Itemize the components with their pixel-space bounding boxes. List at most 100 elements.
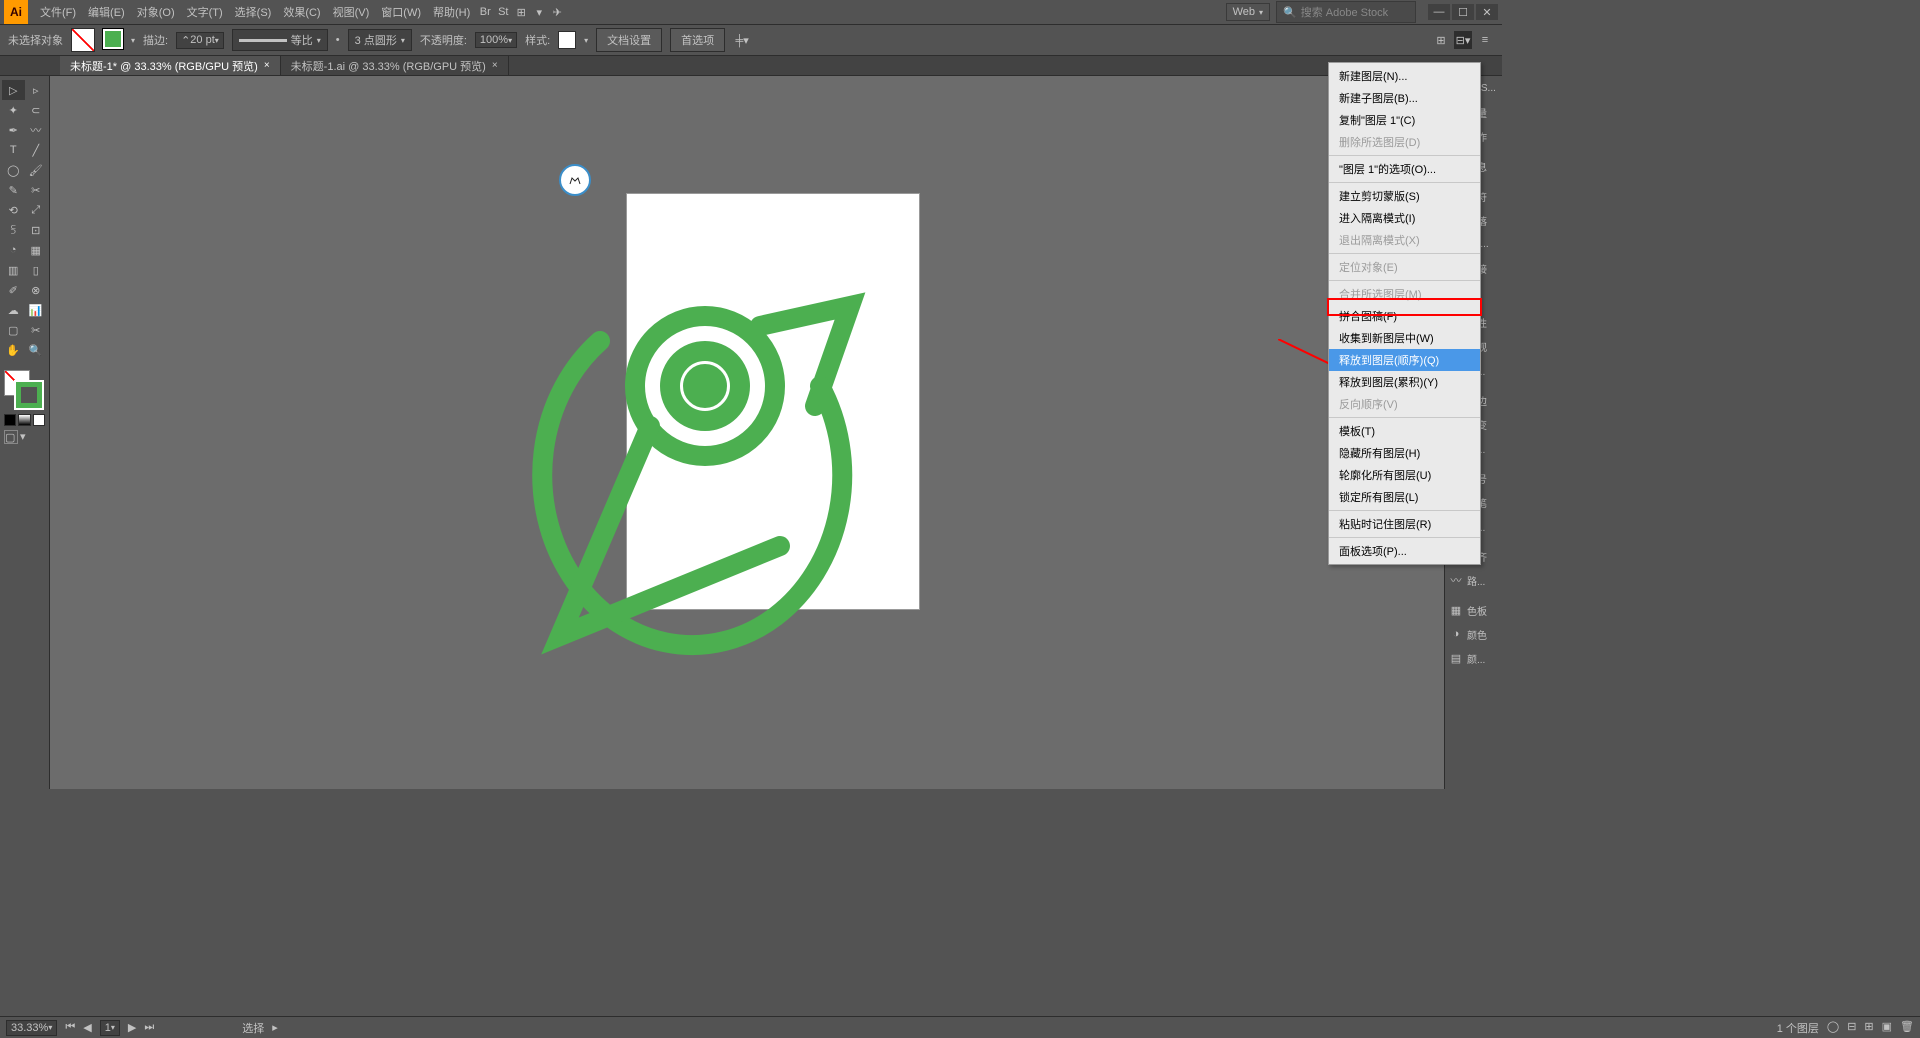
menu-view[interactable]: 视图(V) [327, 2, 376, 22]
eyedropper-tool[interactable]: ✐ [2, 280, 25, 300]
opacity-value[interactable]: 100%▾ [475, 32, 517, 48]
context-menu-item[interactable]: 释放到图层(顺序)(Q) [1329, 349, 1480, 371]
minimize-icon[interactable]: — [1428, 4, 1450, 20]
style-caret[interactable]: ▾ [584, 36, 588, 45]
nav-prev-icon[interactable]: ◀ [83, 1021, 91, 1034]
context-menu-item[interactable]: 轮廓化所有图层(U) [1329, 464, 1480, 486]
lasso-tool[interactable]: ⊂ [25, 100, 48, 120]
context-menu-item[interactable]: 收集到新图层中(W) [1329, 327, 1480, 349]
screen-mode[interactable]: ▢ [4, 430, 18, 444]
artboard-tool[interactable]: ▢ [2, 320, 25, 340]
screen-mode-caret[interactable]: ▾ [20, 430, 34, 444]
panel-item[interactable]: ◑颜色 [1445, 622, 1502, 646]
profile-dropdown[interactable]: 3 点圆形▾ [348, 29, 412, 51]
context-menu-item[interactable]: 建立剪切蒙版(S) [1329, 185, 1480, 207]
shape-builder-tool[interactable]: ◔ [2, 240, 25, 260]
pen-tool[interactable]: ✒ [2, 120, 25, 140]
green-stroke-box[interactable] [103, 29, 123, 52]
mode-caret[interactable]: ▸ [272, 1021, 278, 1034]
stroke-weight[interactable]: ⌃20 pt▾ [176, 32, 224, 49]
width-tool[interactable]: ⫓ [2, 220, 25, 240]
magic-wand-tool[interactable]: ✦ [2, 100, 25, 120]
color-swatches[interactable]: ▢ ▾ [2, 368, 47, 446]
line-tool[interactable]: ╱ [25, 140, 48, 160]
context-menu-item[interactable]: 模板(T) [1329, 420, 1480, 442]
menu-file[interactable]: 文件(F) [34, 2, 82, 22]
nav-next-icon[interactable]: ▶ [128, 1021, 136, 1034]
selection-tool[interactable]: ▷ [2, 80, 25, 100]
menu-effect[interactable]: 效果(C) [277, 2, 326, 22]
graph-tool[interactable]: 📊 [25, 300, 48, 320]
panel-toggle-icon[interactable]: ⊞ [1432, 31, 1450, 49]
panel-item[interactable]: ▤颜... [1445, 646, 1502, 670]
swatch-mode-none[interactable] [33, 414, 45, 426]
doc-tab-2[interactable]: 未标题-1.ai @ 33.33% (RGB/GPU 预览) × [281, 56, 509, 75]
direct-select-tool[interactable]: ▹ [25, 80, 48, 100]
dropdown-icon[interactable]: ▾ [530, 3, 548, 21]
doc-setup-button[interactable]: 文档设置 [596, 28, 662, 52]
menu-edit[interactable]: 编辑(E) [82, 2, 131, 22]
stroke-color-caret[interactable]: ▾ [131, 36, 135, 45]
new-layer-icon[interactable]: ▣ [1882, 1020, 1892, 1036]
menu-object[interactable]: 对象(O) [131, 2, 181, 22]
free-transform-tool[interactable]: ⊡ [25, 220, 48, 240]
context-menu-item[interactable]: 粘贴时记住图层(R) [1329, 513, 1480, 535]
hand-tool[interactable]: ✋ [2, 340, 25, 360]
zoom-level[interactable]: 33.33%▾ [6, 1020, 57, 1036]
slice-tool[interactable]: ✂ [25, 320, 48, 340]
context-menu-item[interactable]: 释放到图层(累积)(Y) [1329, 371, 1480, 393]
plane-icon[interactable]: ✈ [548, 3, 566, 21]
doc-tab-1[interactable]: 未标题-1* @ 33.33% (RGB/GPU 预览) × [60, 56, 281, 75]
blend-tool[interactable]: ⊗ [25, 280, 48, 300]
rotate-tool[interactable]: ⟲ [2, 200, 25, 220]
prefs-button[interactable]: 首选项 [670, 28, 725, 52]
gradient-tool[interactable]: ▯ [25, 260, 48, 280]
arrange-icon[interactable]: ⊞ [512, 3, 530, 21]
context-menu-item[interactable]: 拼合图稿(F) [1329, 305, 1480, 327]
curvature-tool[interactable]: 〰 [25, 120, 48, 140]
eraser-tool[interactable]: ✂ [25, 180, 48, 200]
context-menu-item[interactable]: 隐藏所有图层(H) [1329, 442, 1480, 464]
bridge-icon[interactable]: Br [476, 3, 494, 21]
nav-last-icon[interactable]: ⏭ [144, 1021, 154, 1034]
shaper-tool[interactable]: ✎ [2, 180, 25, 200]
panel-item[interactable]: 〰路... [1445, 568, 1502, 592]
menu-icon[interactable]: ≡ [1476, 31, 1494, 49]
layers-target-icon[interactable]: ◯ [1827, 1020, 1839, 1036]
context-menu-item[interactable]: "图层 1"的选项(O)... [1329, 158, 1480, 180]
artboard-nav[interactable]: 1▾ [100, 1020, 120, 1036]
mesh-tool[interactable]: ▥ [2, 260, 25, 280]
canvas[interactable] [50, 76, 1444, 789]
search-stock[interactable]: 🔍 搜索 Adobe Stock [1276, 1, 1416, 23]
delete-icon[interactable]: 🗑 [1900, 1020, 1914, 1036]
close-icon[interactable]: × [492, 60, 498, 71]
maximize-icon[interactable]: ☐ [1452, 4, 1474, 20]
context-menu-item[interactable]: 面板选项(P)... [1329, 540, 1480, 562]
fill-swatch[interactable] [71, 28, 95, 52]
context-menu-item[interactable]: 复制"图层 1"(C) [1329, 109, 1480, 131]
menu-help[interactable]: 帮助(H) [427, 2, 476, 22]
context-menu-item[interactable]: 锁定所有图层(L) [1329, 486, 1480, 508]
layers-collapse-icon[interactable]: ⊟ [1847, 1020, 1856, 1036]
menu-select[interactable]: 选择(S) [229, 2, 278, 22]
workspace-dropdown[interactable]: Web▾ [1226, 3, 1270, 21]
context-menu-item[interactable]: 进入隔离模式(I) [1329, 207, 1480, 229]
close-icon[interactable]: × [264, 60, 270, 71]
style-swatch[interactable] [558, 31, 576, 49]
context-menu-item[interactable]: 新建子图层(B)... [1329, 87, 1480, 109]
context-menu-item[interactable]: 新建图层(N)... [1329, 65, 1480, 87]
swatch-mode-color[interactable] [4, 414, 16, 426]
panel-menu-icon[interactable]: ⊟▾ [1454, 31, 1472, 49]
symbol-spray-tool[interactable]: ☁ [2, 300, 25, 320]
stock-icon[interactable]: St [494, 3, 512, 21]
brush-tool[interactable]: 🖌 [25, 160, 48, 180]
ratio-dropdown[interactable]: 等比▾ [232, 29, 328, 51]
menu-window[interactable]: 窗口(W) [375, 2, 427, 22]
perspective-tool[interactable]: ▦ [25, 240, 48, 260]
new-sublayer-icon[interactable]: ⊞ [1864, 1020, 1873, 1036]
menu-type[interactable]: 文字(T) [181, 2, 229, 22]
close-icon[interactable]: ✕ [1476, 4, 1498, 20]
nav-first-icon[interactable]: ⏮ [65, 1021, 75, 1034]
swatch-mode-gradient[interactable] [18, 414, 30, 426]
panel-item[interactable]: ▦色板 [1445, 598, 1502, 622]
